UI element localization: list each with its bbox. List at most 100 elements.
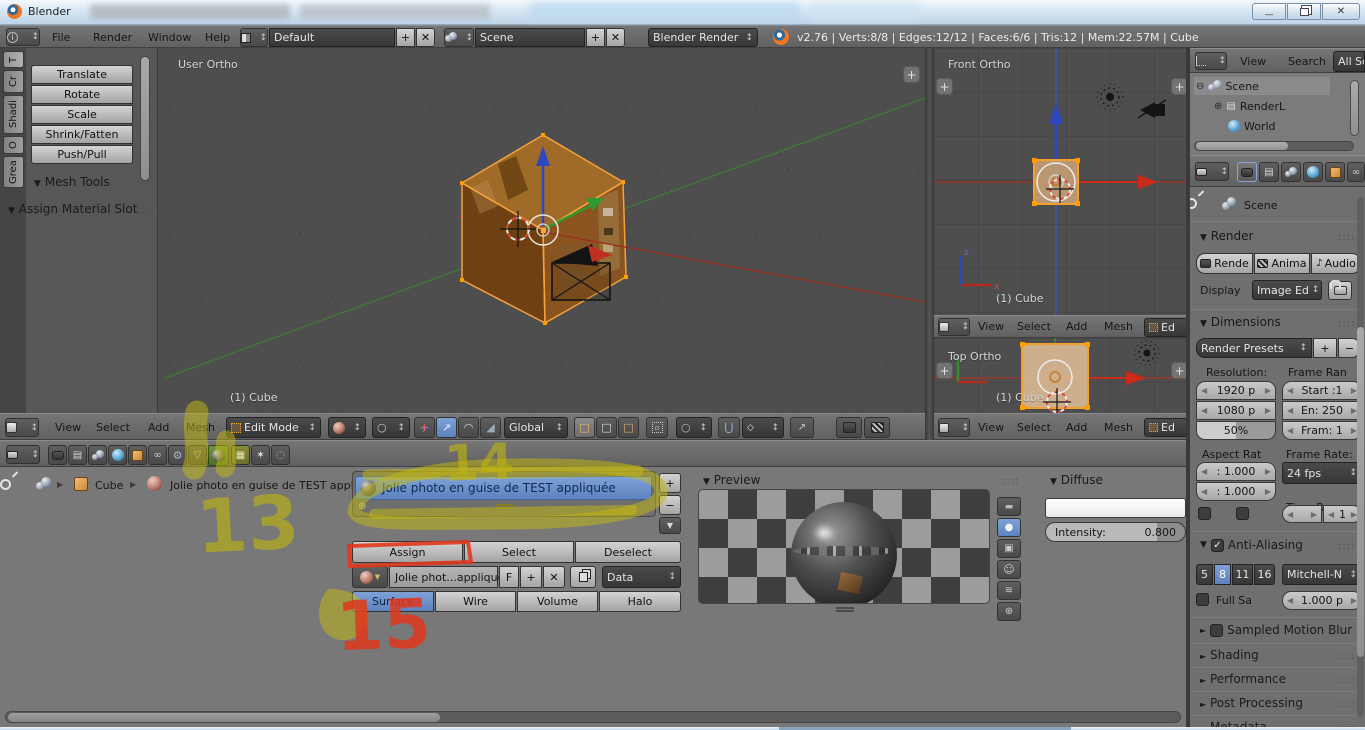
panel-grip[interactable]: ::::: [1338, 699, 1355, 710]
menu-mesh[interactable]: Mesh: [1104, 320, 1133, 333]
assign-button[interactable]: Assign: [352, 541, 463, 563]
tab-constraints[interactable]: ∞: [1347, 162, 1365, 182]
add-material-slot-button[interactable]: +: [659, 473, 681, 493]
aa-size-field[interactable]: ◀1.000 p▶: [1282, 591, 1362, 610]
horizontal-scrollbar-thumb[interactable]: [8, 713, 440, 722]
menu-mesh[interactable]: Mesh: [186, 421, 215, 434]
frame-start-field[interactable]: ◀Start :1▶: [1282, 381, 1362, 400]
viewport-divider[interactable]: [925, 48, 934, 440]
post-processing-panel-header[interactable]: ► Post Processing: [1200, 696, 1303, 710]
material-browse-button[interactable]: ▼: [352, 566, 388, 588]
viewport-top-ortho[interactable]: Top Ortho (1) Cube + +: [934, 338, 1190, 413]
aa-samples-5[interactable]: 5: [1196, 564, 1213, 585]
properties-scrollbar-thumb[interactable]: [1357, 327, 1364, 657]
shelf-tab-shading[interactable]: Shadi: [3, 95, 24, 134]
resolution-y-field[interactable]: ◀1080 p▶: [1196, 401, 1276, 420]
scene-field[interactable]: Scene: [475, 28, 585, 47]
viewport-expand-icon[interactable]: +: [936, 362, 953, 379]
outliner-row-world[interactable]: World: [1228, 117, 1338, 135]
restore-button[interactable]: [1287, 3, 1321, 20]
diffuse-panel-header[interactable]: ▼ Diffuse: [1050, 473, 1103, 487]
outliner-row-renderlayers[interactable]: ⊕ ▤ RenderL: [1214, 97, 1334, 115]
motion-blur-checkbox[interactable]: [1210, 624, 1223, 637]
viewport-shading-select[interactable]: ↕: [328, 417, 366, 438]
full-sample-checkbox[interactable]: [1196, 593, 1209, 606]
mode-select[interactable]: Ed: [1144, 418, 1188, 437]
menu-search[interactable]: Search: [1288, 55, 1326, 68]
menu-select[interactable]: Select: [96, 421, 130, 434]
slot-list-add-icon[interactable]: ⊕: [358, 501, 366, 512]
panel-grip[interactable]: ::::: [1338, 675, 1355, 686]
assign-material-slot-panel-header[interactable]: ▼ Assign Material Slot: [8, 202, 137, 216]
collapse-icon[interactable]: ⊖: [1196, 81, 1204, 92]
menu-help[interactable]: Help: [205, 31, 230, 44]
preview-panel-header[interactable]: ▼ Preview: [703, 473, 760, 487]
tab-scene[interactable]: [88, 445, 107, 465]
outliner-item-label[interactable]: World: [1244, 120, 1276, 133]
menu-add[interactable]: Add: [1066, 320, 1087, 333]
copy-material-button[interactable]: [570, 566, 596, 588]
tab-render[interactable]: [1237, 162, 1257, 182]
expand-icon[interactable]: ⊕: [1214, 101, 1222, 112]
minimize-button[interactable]: —: [1252, 3, 1286, 20]
arrow-left-icon[interactable]: ◀: [1328, 510, 1334, 519]
remove-material-slot-button[interactable]: −: [659, 495, 681, 515]
outliner-hscroll-thumb[interactable]: [1196, 142, 1288, 150]
aspect-x-field[interactable]: ◀: 1.000▶: [1196, 462, 1276, 481]
breadcrumb-material[interactable]: Jolie photo en guise de TEST appl...: [170, 479, 364, 492]
outliner-item-label[interactable]: RenderL: [1240, 100, 1285, 113]
arrow-left-icon[interactable]: ◀: [1201, 406, 1207, 415]
editor-type-selector[interactable]: ↕: [938, 418, 970, 437]
manipulator-rotate[interactable]: ◠: [458, 417, 479, 438]
aa-samples-11[interactable]: 11: [1232, 564, 1253, 585]
tab-modifiers[interactable]: ⚙: [168, 445, 187, 465]
tab-constraints[interactable]: ∞: [148, 445, 167, 465]
material-specials-menu[interactable]: ▼: [659, 517, 681, 534]
tab-render[interactable]: [48, 445, 67, 465]
menu-select[interactable]: Select: [1017, 320, 1051, 333]
slot-list-grip[interactable]: [496, 504, 514, 509]
lamp-object[interactable]: [1097, 84, 1123, 110]
breadcrumb-object[interactable]: Cube: [95, 479, 123, 492]
diffuse-intensity-slider[interactable]: Intensity: 0.800: [1045, 522, 1186, 542]
menu-select[interactable]: Select: [1017, 421, 1051, 434]
editor-type-selector[interactable]: ↕: [1195, 52, 1227, 70]
panel-grip[interactable]: ::::: [1338, 651, 1355, 662]
performance-panel-header[interactable]: ► Performance: [1200, 672, 1286, 686]
aa-samples-8[interactable]: 8: [1214, 564, 1231, 585]
editor-type-selector[interactable]: ↕: [5, 418, 39, 437]
link-data-select[interactable]: Data↕: [602, 566, 681, 588]
panel-grip[interactable]: ::::: [138, 205, 155, 216]
aa-filter-select[interactable]: Mitchell-N↕: [1282, 564, 1362, 585]
add-layout-button[interactable]: +: [396, 28, 415, 47]
screen-layout-icon-button[interactable]: ↕: [240, 28, 268, 47]
editor-type-selector[interactable]: ↕: [938, 318, 970, 336]
arrow-right-icon[interactable]: ▶: [1311, 510, 1317, 519]
mesh-tools-panel-header[interactable]: ▼ Mesh Tools: [34, 175, 110, 189]
tab-render-layers[interactable]: ▤: [68, 445, 87, 465]
viewport-front-ortho[interactable]: z x Front Ortho (1) Cube + +: [934, 48, 1190, 315]
menu-mesh[interactable]: Mesh: [1104, 421, 1133, 434]
arrow-left-icon[interactable]: ◀: [1201, 386, 1207, 395]
render-animation-button[interactable]: Anima: [1254, 253, 1310, 274]
type-tab-halo[interactable]: Halo: [599, 591, 681, 612]
menu-view[interactable]: View: [1240, 55, 1266, 68]
camera-object-front[interactable]: [1138, 100, 1166, 118]
lock-toggle[interactable]: [1328, 281, 1352, 300]
menu-view[interactable]: View: [978, 320, 1004, 333]
panel-grip[interactable]: ::::: [1338, 541, 1355, 552]
snap-peel-toggle[interactable]: ↗: [790, 417, 814, 438]
menu-view[interactable]: View: [978, 421, 1004, 434]
deselect-button[interactable]: Deselect: [575, 541, 681, 563]
crop-checkbox[interactable]: [1236, 507, 1249, 520]
tab-world[interactable]: [108, 445, 127, 465]
viewport-expand-icon[interactable]: +: [903, 66, 920, 83]
outliner-filter-select[interactable]: All Sc: [1333, 51, 1365, 72]
manipulator-toggle[interactable]: +: [414, 417, 435, 438]
tab-material[interactable]: [208, 445, 229, 466]
menu-window[interactable]: Window: [148, 31, 191, 44]
panel-grip[interactable]: ::::: [133, 178, 150, 189]
snap-toggle[interactable]: ⋃: [718, 417, 740, 438]
material-slot-item[interactable]: Jolie photo en guise de TEST appliquée: [355, 476, 652, 500]
arrow-right-icon[interactable]: ▶: [1265, 386, 1271, 395]
